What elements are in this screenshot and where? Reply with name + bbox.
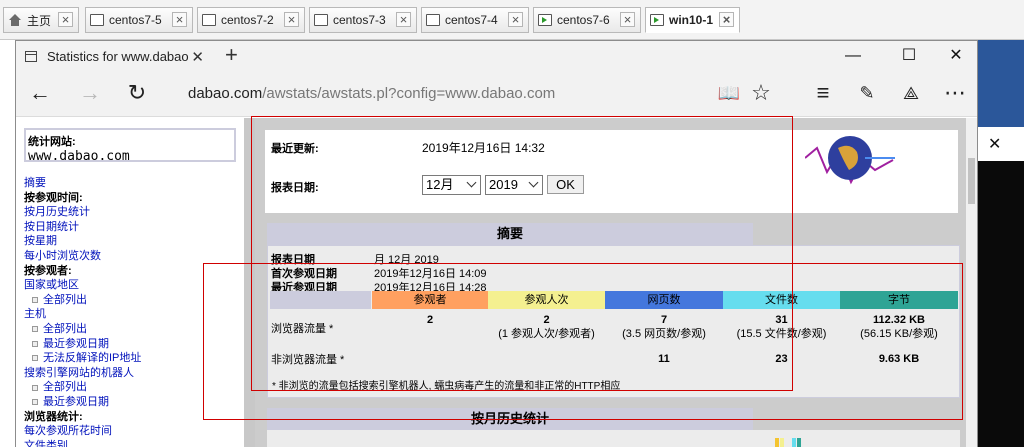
awstats-logo [805, 136, 895, 185]
monthly-bar-hits [792, 438, 796, 447]
nav-heading: 按参观时间: [24, 191, 83, 204]
nav-link-filetypes[interactable]: 文件类别 [24, 439, 239, 447]
web-note-icon[interactable]: ✎ [853, 81, 881, 107]
scrollbar-thumb[interactable] [968, 158, 975, 204]
hub-icon[interactable]: ≡ [809, 81, 837, 107]
vm-running-icon [650, 14, 664, 26]
nav-sublink-label: 全部列出 [43, 381, 87, 394]
url-path: /awstats/awstats.pl?config=www.dabao.com [262, 85, 556, 102]
vm-icon [90, 14, 104, 26]
page-icon [25, 50, 37, 62]
host-tab-label: centos7-4 [445, 13, 498, 27]
monthly-history-panel [267, 430, 960, 447]
host-tab-label: win10-1 [669, 13, 714, 27]
nav-link-hourly[interactable]: 每小时浏览次数 [24, 249, 239, 264]
host-tab-centos7-5[interactable]: centos7-5 × [85, 7, 193, 33]
bullet-icon [32, 326, 38, 333]
annotation-box-2 [203, 263, 963, 420]
bullet-icon [32, 384, 38, 391]
close-icon[interactable]: × [58, 12, 73, 27]
host-tab-home[interactable]: 主页 × [3, 7, 79, 33]
nav-sublink-label: 无法反解译的IP地址 [43, 352, 142, 365]
bullet-icon [32, 355, 38, 362]
host-tab-label: centos7-5 [109, 13, 162, 27]
background-window: ✕ [978, 127, 1024, 447]
host-tab-label: centos7-3 [333, 13, 386, 27]
new-tab-button[interactable]: + [225, 44, 238, 66]
monthly-bar-visitors [775, 438, 779, 447]
vm-icon [314, 14, 328, 26]
nav-link-monthly[interactable]: 按月历史统计 [24, 205, 239, 220]
share-icon[interactable]: ⟁ [897, 81, 925, 107]
close-icon[interactable]: × [396, 12, 411, 27]
home-icon [8, 14, 22, 26]
minimize-button[interactable]: — [843, 47, 863, 65]
host-tab-label: 主页 [27, 13, 52, 28]
monthly-bar-bandwidth [797, 438, 801, 447]
vm-icon [426, 14, 440, 26]
host-tab-centos7-4[interactable]: centos7-4 × [421, 7, 529, 33]
nav-link-sessions[interactable]: 每次参观所花时间 [24, 424, 239, 439]
monthly-bar-visits [780, 438, 784, 447]
close-icon[interactable]: × [284, 12, 299, 27]
close-icon[interactable]: × [172, 12, 187, 27]
nav-link-daily[interactable]: 按日期统计 [24, 220, 239, 235]
maximize-button[interactable]: ☐ [899, 47, 919, 65]
nav-sublink-label: 最近参观日期 [43, 337, 109, 350]
site-label: 统计网站: [28, 136, 76, 148]
nav-sublink-label: 全部列出 [43, 293, 87, 306]
site-box: 统计网站: www.dabao.com [24, 128, 236, 164]
main-frame-scrollbar[interactable] [966, 118, 977, 447]
close-icon[interactable]: ✕ [988, 134, 1001, 154]
browser-tab-title: Statistics for www.dabao [47, 48, 189, 64]
nav-sublink-label: 全部列出 [43, 322, 87, 335]
nav-link-summary[interactable]: 摘要 [24, 176, 239, 191]
host-tab-centos7-6[interactable]: centos7-6 × [533, 7, 641, 33]
refresh-icon[interactable]: ↻ [123, 81, 151, 107]
browser-titlebar: Statistics for www.dabao ✕ + — ☐ ✕ [16, 41, 977, 71]
host-tab-win10-1[interactable]: win10-1 × [645, 7, 740, 33]
close-tab-icon[interactable]: ✕ [191, 48, 204, 66]
bullet-icon [32, 399, 38, 406]
reading-view-icon[interactable]: 📖 [715, 81, 743, 107]
bullet-icon [32, 297, 38, 304]
favorite-star-icon[interactable]: ☆ [747, 81, 775, 107]
close-icon[interactable]: × [508, 12, 523, 27]
forward-icon[interactable]: → [76, 81, 104, 107]
address-bar[interactable]: dabao.com/awstats/awstats.pl?config=www.… [188, 85, 555, 102]
host-tab-strip: 主页 × centos7-5 × centos7-2 × centos7-3 ×… [0, 0, 1024, 40]
vm-running-icon [538, 14, 552, 26]
close-window-button[interactable]: ✕ [946, 47, 966, 65]
host-tab-centos7-2[interactable]: centos7-2 × [197, 7, 305, 33]
host-tab-label: centos7-2 [221, 13, 274, 27]
nav-sublink-label: 最近参观日期 [43, 395, 109, 408]
close-icon[interactable]: × [620, 12, 635, 27]
browser-toolbar: ← → ↻ dabao.com/awstats/awstats.pl?confi… [16, 71, 977, 117]
url-host: dabao.com [188, 85, 263, 102]
back-icon[interactable]: ← [26, 81, 54, 107]
bullet-icon [32, 340, 38, 347]
site-value: www.dabao.com [28, 149, 130, 164]
browser-tab[interactable]: Statistics for www.dabao ✕ [16, 41, 214, 71]
vm-icon [202, 14, 216, 26]
host-tab-centos7-3[interactable]: centos7-3 × [309, 7, 417, 33]
more-icon[interactable]: ⋯ [941, 81, 969, 107]
close-icon[interactable]: × [719, 12, 734, 27]
nav-link-weekday[interactable]: 按星期 [24, 234, 239, 249]
host-tab-label: centos7-6 [557, 13, 610, 27]
